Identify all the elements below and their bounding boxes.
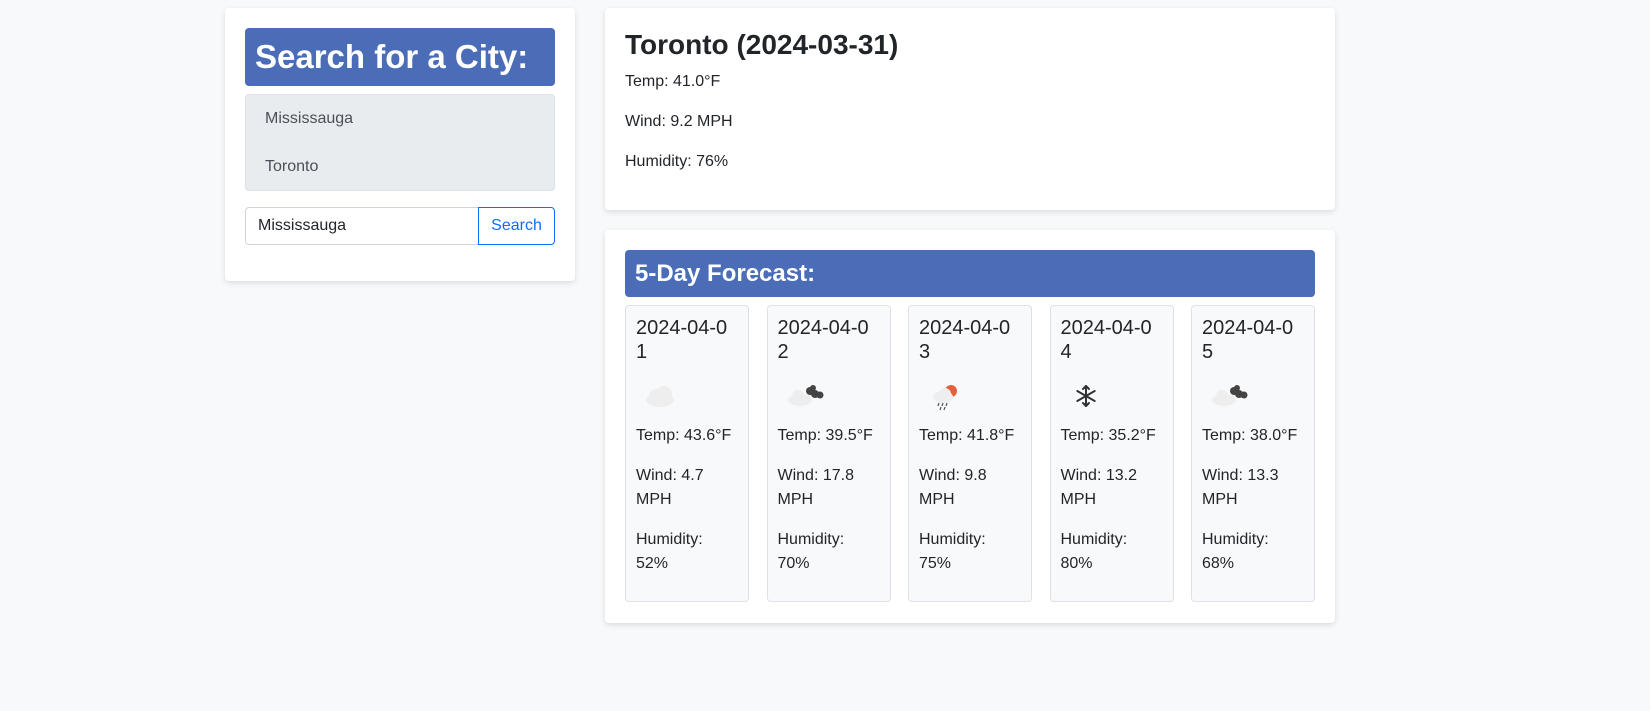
forecast-date: 2024-04-01: [636, 317, 728, 363]
current-temp: Temp: 41.0°F: [625, 73, 721, 90]
current-city-title: Toronto (2024-03-31): [625, 29, 899, 60]
forecast-temp: Temp: 35.2°F: [1060, 427, 1156, 444]
forecast-temp: Temp: 43.6°F: [636, 427, 732, 444]
forecast-temp: Temp: 38.0°F: [1202, 427, 1298, 444]
current-wind: Wind: 9.2 MPH: [625, 113, 733, 130]
forecast-humidity: Humidity: 68%: [1202, 531, 1269, 572]
cloud-icon: [646, 386, 674, 407]
forecast-wind: Wind: 9.8 MPH: [919, 467, 987, 508]
forecast-wind: Wind: 4.7 MPH: [636, 467, 704, 508]
search-history-list: Mississauga Toronto: [245, 94, 555, 191]
forecast-days: 2024-04-01 Temp: 43.6°F Wind: 4.7 MPH Hu…: [625, 305, 1315, 602]
current-weather-panel: Toronto (2024-03-31) Temp: 41.0°F Wind: …: [605, 8, 1335, 210]
forecast-date: 2024-04-02: [777, 317, 869, 363]
rain-sun-icon: [933, 385, 957, 411]
forecast-date: 2024-04-03: [919, 317, 1011, 363]
broken-clouds-icon: [1212, 385, 1248, 406]
forecast-day-card: 2024-04-02 Temp: 39.5°F Wind: 17.8 MPH H…: [766, 305, 891, 602]
forecast-day-card: 2024-04-01 Temp: 43.6°F Wind: 4.7 MPH Hu…: [625, 305, 749, 602]
forecast-date: 2024-04-05: [1202, 317, 1294, 363]
forecast-wind: Wind: 13.2 MPH: [1060, 467, 1137, 508]
forecast-wind: Wind: 13.3 MPH: [1202, 467, 1279, 508]
forecast-day-card: 2024-04-03 Temp: 41.8°F Wind: 9.8 MPH Hu…: [908, 305, 1032, 602]
forecast-humidity: Humidity: 80%: [1060, 531, 1128, 572]
forecast-date: 2024-04-04: [1060, 317, 1152, 363]
forecast-humidity: Humidity: 70%: [777, 531, 845, 572]
history-item-mississauga[interactable]: Mississauga: [246, 99, 554, 147]
forecast-day-card: 2024-04-05 Temp: 38.0°F Wind: 13.3 MPH H…: [1191, 305, 1315, 602]
search-button[interactable]: Search: [478, 207, 555, 245]
forecast-temp: Temp: 41.8°F: [919, 427, 1015, 444]
forecast-heading: 5-Day Forecast:: [625, 250, 1315, 297]
forecast-humidity: Humidity: 52%: [636, 531, 703, 572]
search-panel: Search for a City: Mississauga Toronto S…: [225, 8, 575, 281]
search-heading: Search for a City:: [245, 28, 555, 86]
search-form: Search: [245, 207, 555, 245]
forecast-temp: Temp: 39.5°F: [777, 427, 873, 444]
forecast-day-card: 2024-04-04 Temp: 35.2°F Wind: 13.2 MPH H…: [1049, 305, 1174, 602]
forecast-panel: 5-Day Forecast: 2024-04-01 Temp: 43.6°F …: [605, 230, 1335, 623]
snowflake-icon: [1075, 385, 1096, 407]
current-humidity: Humidity: 76%: [625, 153, 729, 170]
history-item-toronto[interactable]: Toronto: [246, 147, 554, 195]
forecast-humidity: Humidity: 75%: [919, 531, 986, 572]
broken-clouds-icon: [787, 385, 823, 406]
city-search-input[interactable]: [245, 207, 479, 245]
forecast-wind: Wind: 17.8 MPH: [777, 467, 854, 508]
